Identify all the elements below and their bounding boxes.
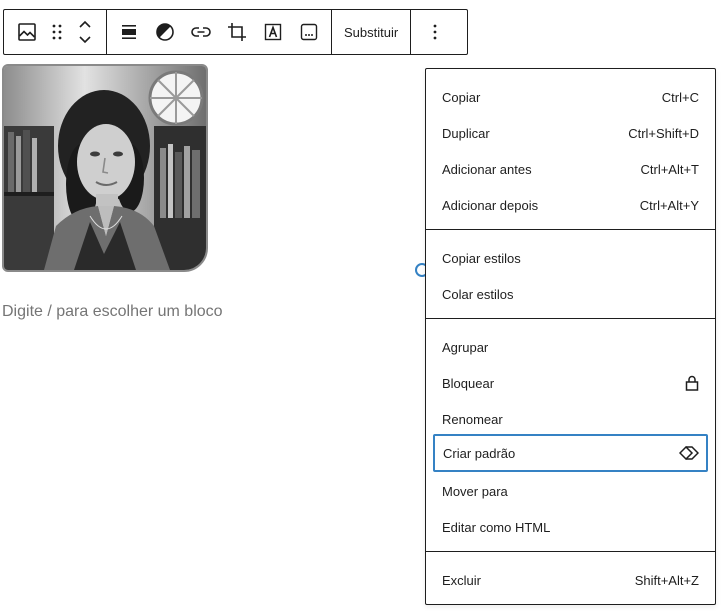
align-icon: [122, 25, 136, 39]
duotone-button[interactable]: [147, 10, 183, 54]
block-toolbar: Substituir: [3, 9, 468, 55]
caption-button[interactable]: [291, 10, 327, 54]
menu-item-insert-after[interactable]: Adicionar depois Ctrl+Alt+Y: [433, 187, 708, 223]
drag-handle-button[interactable]: [44, 10, 70, 54]
block-movers: [70, 10, 100, 54]
menu-item-label: Bloquear: [442, 375, 495, 391]
block-placeholder[interactable]: Digite / para escolher um bloco: [2, 303, 223, 321]
text-overlay-icon: [264, 23, 282, 41]
image-icon: [18, 23, 36, 41]
align-button[interactable]: [111, 10, 147, 54]
chevron-up-icon[interactable]: [78, 19, 92, 29]
menu-item-shortcut: Ctrl+Alt+T: [640, 161, 699, 177]
menu-item-label: Copiar: [442, 89, 481, 105]
duotone-filter-icon: [156, 23, 174, 41]
link-icon: [191, 27, 211, 37]
menu-item-label: Adicionar depois: [442, 197, 539, 213]
menu-item-label: Copiar estilos: [442, 250, 521, 266]
portrait-image: [4, 66, 206, 270]
menu-item-shortcut: Ctrl+C: [661, 89, 699, 105]
menu-item-insert-before[interactable]: Adicionar antes Ctrl+Alt+T: [433, 151, 708, 187]
menu-item-label: Criar padrão: [443, 445, 516, 461]
menu-item-group[interactable]: Agrupar: [433, 329, 708, 365]
menu-item-rename[interactable]: Renomear: [433, 401, 708, 437]
options-button[interactable]: [411, 10, 459, 54]
menu-item-label: Editar como HTML: [442, 519, 551, 535]
crop-button[interactable]: [219, 10, 255, 54]
menu-item-paste-styles[interactable]: Colar estilos: [433, 276, 708, 312]
more-vertical-icon: [433, 24, 437, 40]
link-button[interactable]: [183, 10, 219, 54]
menu-item-label: Agrupar: [442, 339, 489, 355]
menu-item-shortcut: Shift+Alt+Z: [634, 572, 699, 588]
toolbar-group-tools: [107, 10, 332, 54]
image-block-button[interactable]: [10, 10, 44, 54]
menu-item-label: Duplicar: [442, 125, 490, 141]
menu-item-edit-html[interactable]: Editar como HTML: [433, 509, 708, 545]
toolbar-group-options: [411, 10, 459, 54]
menu-item-copy[interactable]: Copiar Ctrl+C: [433, 79, 708, 115]
caption-icon: [300, 23, 318, 41]
block-options-menu: Copiar Ctrl+C Duplicar Ctrl+Shift+D Adic…: [425, 68, 716, 605]
menu-item-shortcut: Ctrl+Shift+D: [628, 125, 699, 141]
menu-item-label: Excluir: [442, 572, 482, 588]
toolbar-group-replace: Substituir: [332, 10, 412, 54]
menu-separator: [426, 229, 715, 230]
menu-item-shortcut: Ctrl+Alt+Y: [639, 197, 699, 213]
crop-icon: [228, 23, 246, 41]
menu-item-label: Renomear: [442, 411, 503, 427]
menu-item-move-to[interactable]: Mover para: [433, 473, 708, 509]
lock-icon: [685, 375, 699, 391]
text-overlay-button[interactable]: [255, 10, 291, 54]
pattern-icon: [679, 446, 699, 460]
toolbar-group-block: [4, 10, 107, 54]
menu-item-delete[interactable]: Excluir Shift+Alt+Z: [433, 562, 708, 598]
chevron-down-icon[interactable]: [78, 35, 92, 45]
menu-separator: [426, 551, 715, 552]
image-block[interactable]: [2, 64, 208, 272]
menu-item-lock[interactable]: Bloquear: [433, 365, 708, 401]
drag-handle-icon: [52, 24, 62, 40]
menu-item-duplicate[interactable]: Duplicar Ctrl+Shift+D: [433, 115, 708, 151]
menu-separator: [426, 318, 715, 319]
menu-item-label: Adicionar antes: [442, 161, 532, 177]
menu-item-copy-styles[interactable]: Copiar estilos: [433, 240, 708, 276]
replace-button[interactable]: Substituir: [332, 10, 410, 54]
menu-item-create-pattern[interactable]: Criar padrão: [433, 434, 708, 472]
menu-item-label: Mover para: [442, 483, 508, 499]
menu-item-label: Colar estilos: [442, 286, 514, 302]
